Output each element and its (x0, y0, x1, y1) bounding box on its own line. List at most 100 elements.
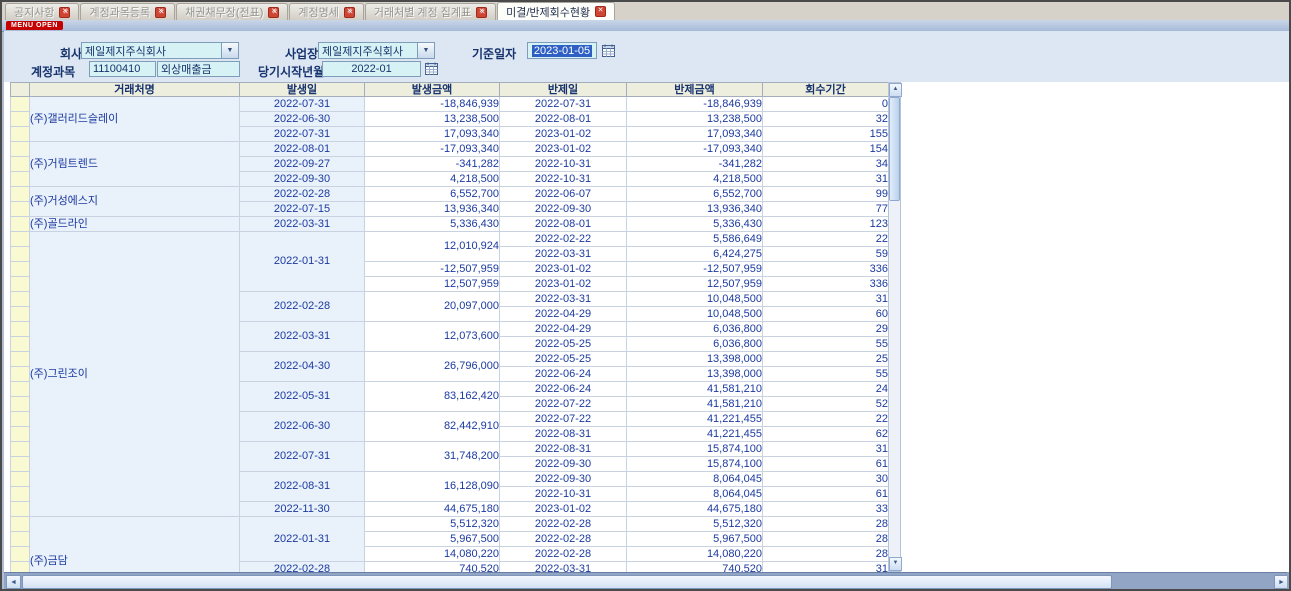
scroll-down-icon[interactable]: ▼ (889, 557, 902, 571)
cell-occur-date[interactable]: 2022-02-28 (240, 562, 365, 573)
cell-settle-amount[interactable]: -341,282 (627, 157, 763, 172)
cell-occur-amount[interactable]: 26,796,000 (365, 352, 500, 382)
cell-settle-date[interactable]: 2022-07-31 (500, 97, 627, 112)
cell-settle-date[interactable]: 2022-06-24 (500, 367, 627, 382)
horizontal-scrollbar[interactable]: ◄ ► (4, 572, 1291, 591)
cell-settle-amount[interactable]: 15,874,100 (627, 442, 763, 457)
cell-settle-date[interactable]: 2022-10-31 (500, 172, 627, 187)
cell-collection-period[interactable]: 61 (763, 487, 889, 502)
cell-settle-amount[interactable]: 6,036,800 (627, 337, 763, 352)
row-selector[interactable] (11, 142, 30, 157)
cell-settle-date[interactable]: 2023-01-02 (500, 277, 627, 292)
row-selector[interactable] (11, 427, 30, 442)
cell-settle-amount[interactable]: 13,936,340 (627, 202, 763, 217)
cell-customer[interactable]: (주)거성에스지 (30, 187, 240, 217)
row-selector[interactable] (11, 277, 30, 292)
cell-collection-period[interactable]: 77 (763, 202, 889, 217)
cell-settle-amount[interactable]: -18,846,939 (627, 97, 763, 112)
cell-collection-period[interactable]: 155 (763, 127, 889, 142)
cell-occur-amount[interactable]: 44,675,180 (365, 502, 500, 517)
cell-settle-amount[interactable]: 8,064,045 (627, 472, 763, 487)
cell-collection-period[interactable]: 33 (763, 502, 889, 517)
row-selector[interactable] (11, 457, 30, 472)
cell-settle-date[interactable]: 2022-08-31 (500, 442, 627, 457)
cell-occur-amount[interactable]: 12,507,959 (365, 277, 500, 292)
cell-collection-period[interactable]: 34 (763, 157, 889, 172)
tab-customer-account-summary[interactable]: 거래처별 계정 집계표 ✕ (365, 3, 496, 20)
cell-settle-date[interactable]: 2022-07-22 (500, 412, 627, 427)
row-selector[interactable] (11, 202, 30, 217)
row-selector[interactable] (11, 562, 30, 573)
row-selector[interactable] (11, 472, 30, 487)
cell-collection-period[interactable]: 29 (763, 322, 889, 337)
calendar-icon[interactable] (602, 44, 615, 57)
cell-settle-amount[interactable]: 5,586,649 (627, 232, 763, 247)
cell-occur-amount[interactable]: -17,093,340 (365, 142, 500, 157)
cell-occur-amount[interactable]: 82,442,910 (365, 412, 500, 442)
cell-settle-amount[interactable]: 17,093,340 (627, 127, 763, 142)
cell-customer[interactable]: (주)거림트렌드 (30, 142, 240, 187)
cell-collection-period[interactable]: 99 (763, 187, 889, 202)
cell-collection-period[interactable]: 59 (763, 247, 889, 262)
cell-occur-date[interactable]: 2022-07-31 (240, 442, 365, 472)
cell-collection-period[interactable]: 55 (763, 337, 889, 352)
cell-settle-date[interactable]: 2023-01-02 (500, 127, 627, 142)
cell-settle-amount[interactable]: 5,336,430 (627, 217, 763, 232)
cell-settle-amount[interactable]: 13,238,500 (627, 112, 763, 127)
cell-occur-amount[interactable]: 31,748,200 (365, 442, 500, 472)
cell-occur-date[interactable]: 2022-02-28 (240, 187, 365, 202)
cell-settle-amount[interactable]: 740,520 (627, 562, 763, 573)
menu-open-button[interactable]: MENU OPEN (6, 21, 63, 30)
cell-occur-amount[interactable]: 5,512,320 (365, 517, 500, 532)
cell-collection-period[interactable]: 31 (763, 292, 889, 307)
row-selector[interactable] (11, 292, 30, 307)
period-start-input[interactable]: 2022-01 (322, 61, 421, 77)
vertical-scrollbar[interactable]: ▲ ▼ (888, 82, 901, 572)
cell-settle-amount[interactable]: 6,552,700 (627, 187, 763, 202)
tab-close-icon[interactable]: ✕ (344, 7, 355, 18)
cell-settle-amount[interactable]: 5,967,500 (627, 532, 763, 547)
cell-occur-amount[interactable]: -18,846,939 (365, 97, 500, 112)
tab-close-icon[interactable]: ✕ (268, 7, 279, 18)
cell-occur-amount[interactable]: 12,073,600 (365, 322, 500, 352)
row-selector[interactable] (11, 442, 30, 457)
row-selector[interactable] (11, 217, 30, 232)
cell-occur-amount[interactable]: 14,080,220 (365, 547, 500, 562)
cell-occur-date[interactable]: 2022-09-30 (240, 172, 365, 187)
row-selector[interactable] (11, 412, 30, 427)
row-selector[interactable] (11, 307, 30, 322)
vertical-scroll-thumb[interactable] (889, 97, 900, 201)
cell-occur-amount[interactable]: 13,238,500 (365, 112, 500, 127)
cell-collection-period[interactable]: 52 (763, 397, 889, 412)
row-selector[interactable] (11, 352, 30, 367)
cell-settle-date[interactable]: 2022-02-28 (500, 532, 627, 547)
cell-collection-period[interactable]: 154 (763, 142, 889, 157)
cell-occur-date[interactable]: 2022-08-01 (240, 142, 365, 157)
cell-collection-period[interactable]: 31 (763, 172, 889, 187)
cell-occur-date[interactable]: 2022-04-30 (240, 352, 365, 382)
cell-collection-period[interactable]: 28 (763, 547, 889, 562)
cell-settle-date[interactable]: 2022-06-24 (500, 382, 627, 397)
cell-settle-date[interactable]: 2022-09-30 (500, 457, 627, 472)
cell-settle-amount[interactable]: 13,398,000 (627, 352, 763, 367)
row-selector[interactable] (11, 172, 30, 187)
cell-settle-date[interactable]: 2022-05-25 (500, 337, 627, 352)
row-selector[interactable] (11, 382, 30, 397)
cell-settle-date[interactable]: 2022-05-25 (500, 352, 627, 367)
tab-receivable-ledger[interactable]: 채권채무장(전표) ✕ (176, 3, 288, 20)
cell-settle-date[interactable]: 2022-04-29 (500, 322, 627, 337)
horizontal-scroll-thumb[interactable] (22, 575, 1112, 589)
cell-occur-date[interactable]: 2022-05-31 (240, 382, 365, 412)
row-selector[interactable] (11, 187, 30, 202)
cell-occur-date[interactable]: 2022-07-15 (240, 202, 365, 217)
cell-settle-amount[interactable]: 41,221,455 (627, 427, 763, 442)
cell-settle-amount[interactable]: 5,512,320 (627, 517, 763, 532)
cell-settle-date[interactable]: 2023-01-02 (500, 262, 627, 277)
site-select[interactable]: 제일제지주식회사 ▼ (318, 42, 435, 59)
tab-close-icon[interactable]: ✕ (476, 7, 487, 18)
chevron-down-icon[interactable]: ▼ (221, 43, 238, 58)
cell-occur-amount[interactable]: 5,336,430 (365, 217, 500, 232)
company-select[interactable]: 제일제지주식회사 ▼ (81, 42, 239, 59)
cell-settle-date[interactable]: 2022-07-22 (500, 397, 627, 412)
tab-unsettled-collection-status[interactable]: 미결/반제회수현황 ✕ (497, 2, 615, 20)
